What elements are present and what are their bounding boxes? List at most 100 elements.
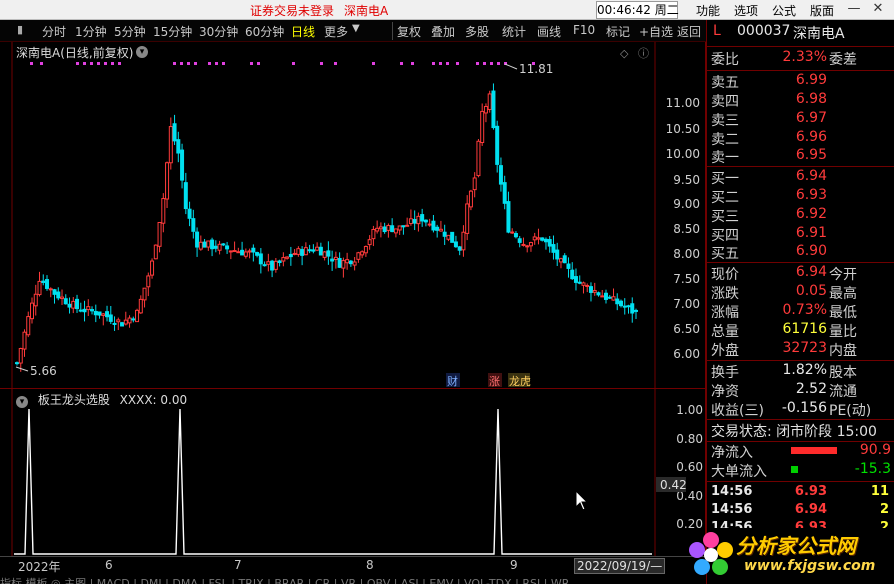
candle-body bbox=[634, 309, 638, 312]
candle-body bbox=[63, 298, 68, 305]
candle-body bbox=[213, 245, 218, 249]
candle-body bbox=[393, 228, 398, 234]
signal-dot bbox=[497, 62, 500, 65]
price-tick: 8.00 bbox=[673, 247, 700, 261]
statistics-button[interactable]: 统计 bbox=[502, 23, 526, 40]
candle-body bbox=[240, 249, 245, 256]
candle-body bbox=[176, 139, 181, 154]
chart-options-icon[interactable]: ▾ bbox=[136, 46, 148, 58]
limit-up-badge[interactable]: 涨 bbox=[489, 375, 500, 388]
tab-60min[interactable]: 60分钟 bbox=[245, 23, 284, 40]
overlay-button[interactable]: 叠加 bbox=[431, 23, 455, 40]
candle-body bbox=[412, 218, 417, 224]
dragon-tiger-badge[interactable]: 龙虎 bbox=[509, 375, 531, 388]
candle-body bbox=[555, 249, 560, 260]
finance-badge[interactable]: 财 bbox=[447, 374, 458, 388]
candle-body bbox=[543, 238, 548, 243]
tab-15min[interactable]: 15分钟 bbox=[153, 23, 192, 40]
add-watchlist-button[interactable]: +自选 bbox=[639, 23, 673, 40]
divider bbox=[707, 481, 894, 482]
tab-1min[interactable]: 1分钟 bbox=[75, 23, 107, 40]
candle-body bbox=[483, 106, 488, 114]
candle-body bbox=[258, 253, 263, 265]
tab-5min[interactable]: 5分钟 bbox=[114, 23, 146, 40]
signal-dot bbox=[90, 62, 93, 65]
candle-body bbox=[367, 239, 372, 246]
candle-body bbox=[97, 311, 102, 316]
candle-body bbox=[416, 215, 421, 225]
toolbar-menu-icon[interactable]: ▮ bbox=[17, 23, 23, 36]
bid-row: 买三 6.92 bbox=[707, 206, 894, 225]
tab-intraday[interactable]: 分时 bbox=[42, 23, 66, 40]
info-icon[interactable]: ⓘ bbox=[638, 47, 649, 60]
date-tick: 9 bbox=[510, 558, 518, 572]
multi-stock-button[interactable]: 多股 bbox=[465, 23, 489, 40]
candle-body bbox=[570, 269, 575, 280]
indicator-name: 板王龙头选股 bbox=[37, 393, 110, 407]
signal-dot bbox=[490, 62, 493, 65]
candle-body bbox=[210, 239, 215, 250]
indicator-chart[interactable]: 1.00 0.80 0.60 0.40 0.20 0.42 bbox=[0, 389, 706, 557]
net-inflow-value: 90.9 bbox=[859, 442, 891, 458]
candle-body bbox=[270, 260, 275, 271]
trade-state: 交易状态: 闭市阶段 15:00 bbox=[711, 424, 877, 440]
stat-row: 涨跌 0.05 最高 bbox=[707, 283, 894, 302]
candle-body bbox=[120, 322, 125, 327]
draw-line-button[interactable]: 画线 bbox=[537, 23, 561, 40]
signal-dot bbox=[97, 62, 100, 65]
menu-options[interactable]: 选项 bbox=[734, 2, 758, 19]
candle-body bbox=[547, 239, 552, 247]
candle-body bbox=[292, 252, 297, 255]
candle-body bbox=[48, 288, 53, 291]
ask-price: 6.95 bbox=[795, 147, 827, 163]
close-button[interactable]: ✕ bbox=[870, 1, 886, 16]
stat-label: 外盘 bbox=[711, 343, 739, 359]
tick-price: 6.94 bbox=[794, 502, 827, 517]
stat-label-2: 量比 bbox=[829, 324, 857, 340]
diamond-icon[interactable]: ◇ bbox=[620, 47, 628, 60]
indicator-panel[interactable]: 1.00 0.80 0.60 0.40 0.20 0.42 ▾ 板王龙头选股 X… bbox=[0, 388, 706, 557]
menu-function[interactable]: 功能 bbox=[696, 2, 720, 19]
candle-body bbox=[618, 300, 623, 307]
candle-body bbox=[26, 316, 31, 336]
weibi-row: 委比 2.33% 委差 bbox=[707, 49, 894, 68]
candle-body bbox=[626, 305, 631, 308]
back-button[interactable]: 返回 bbox=[677, 23, 701, 40]
stat-label: 总量 bbox=[711, 324, 739, 340]
signal-dot bbox=[180, 62, 183, 65]
mark-button[interactable]: 标记 bbox=[606, 23, 630, 40]
signal-dot bbox=[320, 62, 323, 65]
signal-dot bbox=[76, 62, 79, 65]
candle-body bbox=[22, 331, 27, 350]
tab-daily[interactable]: 日线 bbox=[291, 23, 315, 40]
tab-more[interactable]: 更多 bbox=[324, 23, 348, 40]
signal-dot bbox=[118, 62, 121, 65]
kline-chart[interactable]: 11.00 10.50 10.00 9.50 9.00 8.50 8.00 7.… bbox=[0, 42, 706, 388]
extra-value: 1.82% bbox=[782, 362, 827, 378]
indicator-tab-strip[interactable]: 指标 模板 ◎ 主图 | MACD | DMI | DMA | FSL | TR… bbox=[0, 575, 706, 584]
minimize-button[interactable]: — bbox=[846, 1, 862, 16]
menu-formula[interactable]: 公式 bbox=[772, 2, 796, 19]
menu-layout[interactable]: 版面 bbox=[810, 2, 834, 19]
more-dropdown-icon[interactable]: ▼ bbox=[352, 23, 360, 34]
f10-button[interactable]: F10 bbox=[573, 23, 595, 37]
tick-row: 14:56 6.93 2 bbox=[707, 520, 894, 528]
stat-label-2: 今开 bbox=[829, 267, 857, 283]
candle-body bbox=[528, 242, 533, 247]
bid-label: 买五 bbox=[711, 246, 739, 262]
divider bbox=[707, 166, 894, 167]
candle-body bbox=[536, 237, 541, 240]
indicator-tick: 1.00 bbox=[676, 403, 703, 417]
bid-label: 买一 bbox=[711, 171, 739, 187]
candle-body bbox=[611, 296, 616, 301]
date-axis: 2022年 6 7 8 9 2022/09/19/— 指标 模板 ◎ 主图 | … bbox=[0, 556, 706, 584]
candle-body bbox=[273, 260, 278, 270]
candle-body bbox=[465, 203, 470, 234]
tab-30min[interactable]: 30分钟 bbox=[199, 23, 238, 40]
signal-dot bbox=[194, 62, 197, 65]
ask-row: 卖二 6.96 bbox=[707, 129, 894, 148]
net-inflow-bar bbox=[791, 447, 837, 454]
adjust-button[interactable]: 复权 bbox=[397, 23, 421, 40]
kline-chart-panel[interactable]: 11.00 10.50 10.00 9.50 9.00 8.50 8.00 7.… bbox=[0, 42, 706, 388]
indicator-collapse-icon[interactable]: ▾ bbox=[16, 396, 28, 408]
